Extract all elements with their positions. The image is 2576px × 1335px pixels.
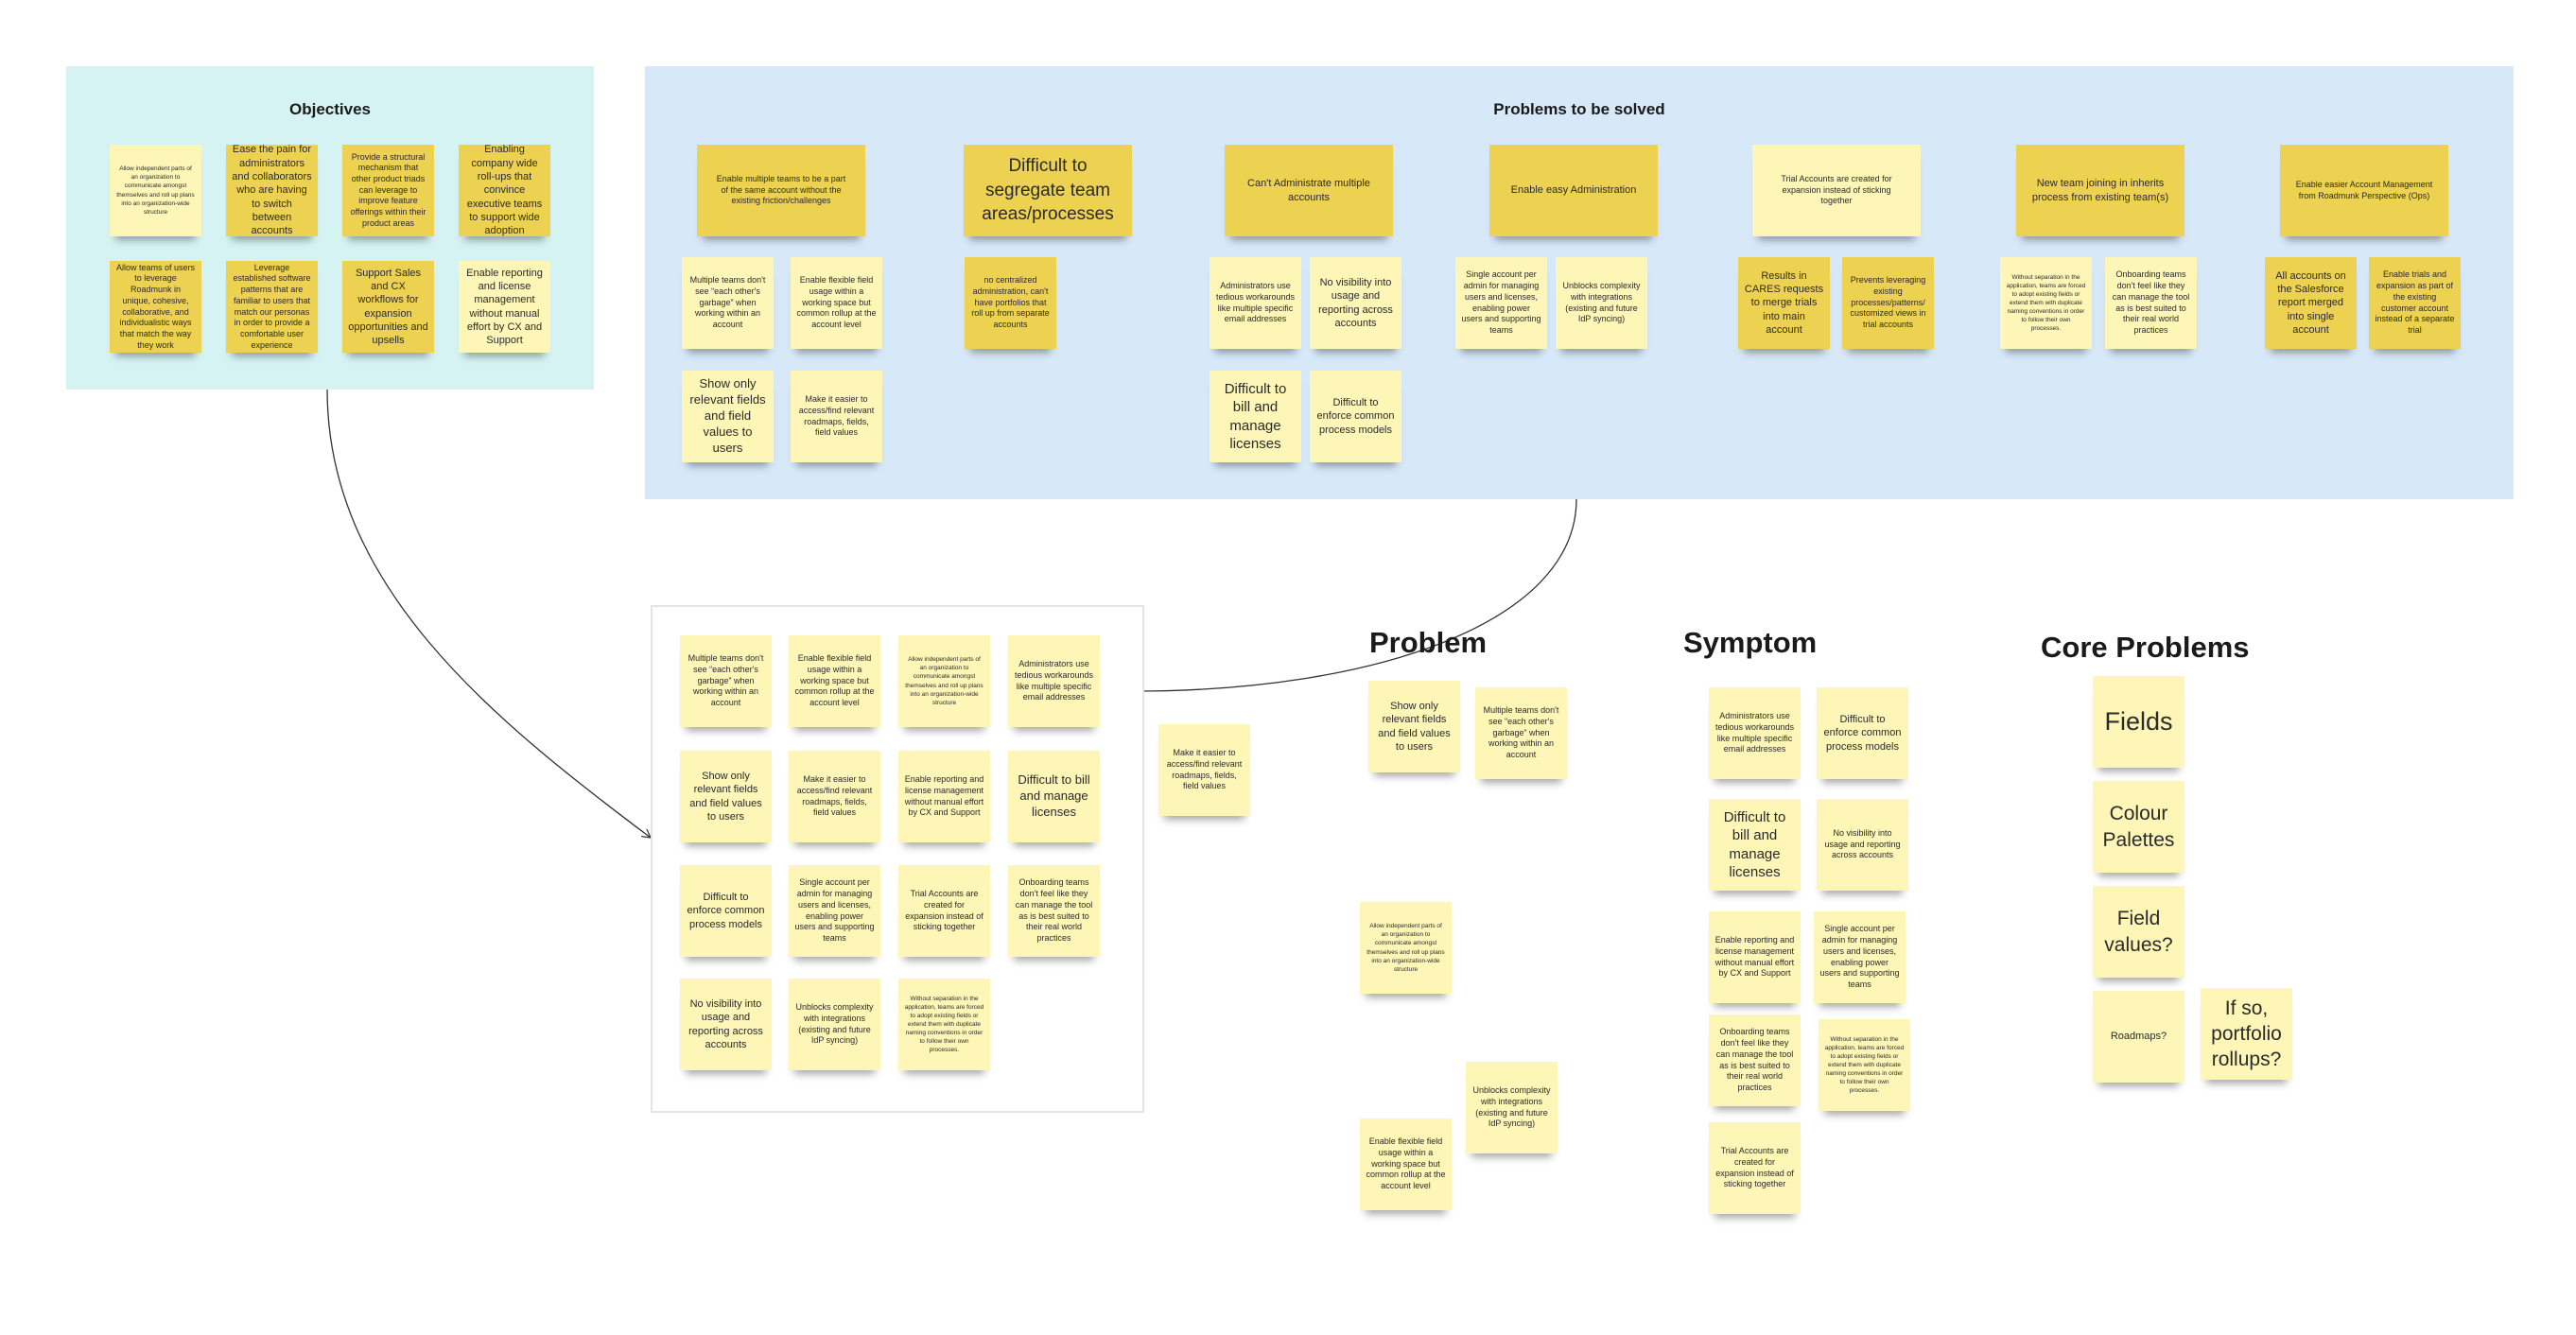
problem-group-header[interactable]: Can't Administrate multiple accounts bbox=[1225, 145, 1393, 236]
symptom-note[interactable]: Difficult to bill and manage licenses bbox=[1709, 799, 1801, 891]
problem-note[interactable]: Prevents leveraging existing processes/p… bbox=[1842, 257, 1934, 349]
core-problems-heading: Core Problems bbox=[2041, 631, 2250, 664]
problem-note[interactable]: Onboarding teams don't feel like they ca… bbox=[2105, 257, 2197, 349]
problem-group-header[interactable]: New team joining in inherits process fro… bbox=[2016, 145, 2184, 236]
problems-title: Problems to be solved bbox=[1493, 100, 1665, 118]
cluster-note[interactable]: No visibility into usage and reporting a… bbox=[680, 979, 772, 1070]
problem-column-note[interactable]: Multiple teams don't see “each other's g… bbox=[1475, 687, 1567, 779]
problem-column-note[interactable]: Enable flexible field usage within a wor… bbox=[1360, 1118, 1452, 1210]
cluster-note[interactable]: Allow independent parts of an organizati… bbox=[898, 635, 990, 727]
problem-note[interactable]: Make it easier to access/find relevant r… bbox=[791, 371, 882, 462]
core-problem-note[interactable]: If so, portfolio rollups? bbox=[2201, 988, 2292, 1080]
problem-note[interactable]: Difficult to enforce common process mode… bbox=[1310, 371, 1401, 462]
problem-group-header[interactable]: Enable easier Account Management from Ro… bbox=[2280, 145, 2448, 236]
problem-note[interactable]: Enable trials and expansion as part of t… bbox=[2369, 257, 2461, 349]
problem-group-header[interactable]: Enable multiple teams to be a part of th… bbox=[697, 145, 865, 236]
symptom-note[interactable]: Trial Accounts are created for expansion… bbox=[1709, 1122, 1801, 1214]
objective-note[interactable]: Allow independent parts of an organizati… bbox=[110, 145, 201, 236]
core-problem-note[interactable]: Roadmaps? bbox=[2093, 991, 2184, 1083]
problem-note[interactable]: Single account per admin for managing us… bbox=[1455, 257, 1547, 349]
symptom-note[interactable]: Onboarding teams don't feel like they ca… bbox=[1709, 1014, 1801, 1106]
cluster-note[interactable]: Multiple teams don't see “each other's g… bbox=[680, 635, 772, 727]
cluster-note[interactable]: Make it easier to access/find relevant r… bbox=[789, 751, 880, 842]
symptom-note[interactable]: Without separation in the application, t… bbox=[1819, 1019, 1910, 1111]
cluster-note[interactable]: Difficult to bill and manage licenses bbox=[1008, 751, 1100, 842]
objective-note[interactable]: Enable reporting and license management … bbox=[459, 261, 550, 353]
core-problem-note[interactable]: Colour Palettes bbox=[2093, 781, 2184, 873]
core-problem-note[interactable]: Fields bbox=[2093, 676, 2184, 768]
problem-column-note[interactable]: Unblocks complexity with integrations (e… bbox=[1466, 1062, 1558, 1153]
cluster-note[interactable]: Trial Accounts are created for expansion… bbox=[898, 865, 990, 957]
symptom-note[interactable]: Single account per admin for managing us… bbox=[1814, 911, 1906, 1003]
symptom-heading: Symptom bbox=[1683, 626, 1818, 659]
problem-note[interactable]: No visibility into usage and reporting a… bbox=[1310, 257, 1401, 349]
problem-note[interactable]: All accounts on the Salesforce report me… bbox=[2265, 257, 2357, 349]
problem-note[interactable]: Multiple teams don't see “each other's g… bbox=[682, 257, 774, 349]
problem-note[interactable]: no centralized administration, can't hav… bbox=[965, 257, 1056, 349]
problem-column-note[interactable]: Allow independent parts of an organizati… bbox=[1360, 902, 1452, 994]
connector-problems-to-cluster[interactable] bbox=[1135, 498, 1577, 691]
cluster-note[interactable]: Without separation in the application, t… bbox=[898, 979, 990, 1070]
problem-note[interactable]: Administrators use tedious workarounds l… bbox=[1210, 257, 1301, 349]
cluster-note[interactable]: Unblocks complexity with integrations (e… bbox=[789, 979, 880, 1070]
objective-note[interactable]: Provide a structural mechanism that othe… bbox=[342, 145, 434, 236]
problem-heading: Problem bbox=[1369, 626, 1488, 659]
cluster-note[interactable]: Difficult to enforce common process mode… bbox=[680, 865, 772, 957]
connector-objectives-to-cluster[interactable] bbox=[326, 389, 651, 838]
problem-note[interactable]: Results in CARES requests to merge trial… bbox=[1738, 257, 1830, 349]
cluster-note[interactable]: Onboarding teams don't feel like they ca… bbox=[1008, 865, 1100, 957]
cluster-note[interactable]: Administrators use tedious workarounds l… bbox=[1008, 635, 1100, 727]
objectives-title: Objectives bbox=[289, 100, 371, 118]
cluster-note[interactable]: Enable flexible field usage within a wor… bbox=[789, 635, 880, 727]
symptom-note[interactable]: No visibility into usage and reporting a… bbox=[1817, 799, 1908, 891]
cluster-note[interactable]: Show only relevant fields and field valu… bbox=[680, 751, 772, 842]
problem-group-header[interactable]: Trial Accounts are created for expansion… bbox=[1752, 145, 1921, 236]
problem-note[interactable]: Difficult to bill and manage licenses bbox=[1210, 371, 1301, 462]
problem-column-note[interactable]: Show only relevant fields and field valu… bbox=[1368, 681, 1460, 772]
cluster-note[interactable]: Enable reporting and license management … bbox=[898, 751, 990, 842]
objective-note[interactable]: Enabling company wide roll-ups that conv… bbox=[459, 144, 550, 236]
objective-note[interactable]: Support Sales and CX workflows for expan… bbox=[342, 261, 434, 353]
objective-note[interactable]: Leverage established software patterns t… bbox=[226, 261, 318, 353]
problem-note[interactable]: Unblocks complexity with integrations (e… bbox=[1556, 257, 1647, 349]
problem-group-header[interactable]: Enable easy Administration bbox=[1489, 145, 1658, 236]
loose-note[interactable]: Make it easier to access/find relevant r… bbox=[1158, 724, 1250, 816]
core-problem-note[interactable]: Field values? bbox=[2093, 886, 2184, 978]
symptom-note[interactable]: Administrators use tedious workarounds l… bbox=[1709, 687, 1801, 779]
cluster-note[interactable]: Single account per admin for managing us… bbox=[789, 865, 880, 957]
symptom-note[interactable]: Difficult to enforce common process mode… bbox=[1817, 687, 1908, 779]
objective-note[interactable]: Allow teams of users to leverage Roadmun… bbox=[110, 261, 201, 353]
problem-group-header[interactable]: Difficult to segregate team areas/proces… bbox=[964, 145, 1132, 236]
objective-note[interactable]: Ease the pain for administrators and col… bbox=[226, 144, 318, 236]
problem-note[interactable]: Enable flexible field usage within a wor… bbox=[791, 257, 882, 349]
symptom-note[interactable]: Enable reporting and license management … bbox=[1709, 911, 1801, 1003]
problem-note[interactable]: Without separation in the application, t… bbox=[2000, 257, 2092, 349]
problem-note[interactable]: Show only relevant fields and field valu… bbox=[682, 371, 774, 462]
